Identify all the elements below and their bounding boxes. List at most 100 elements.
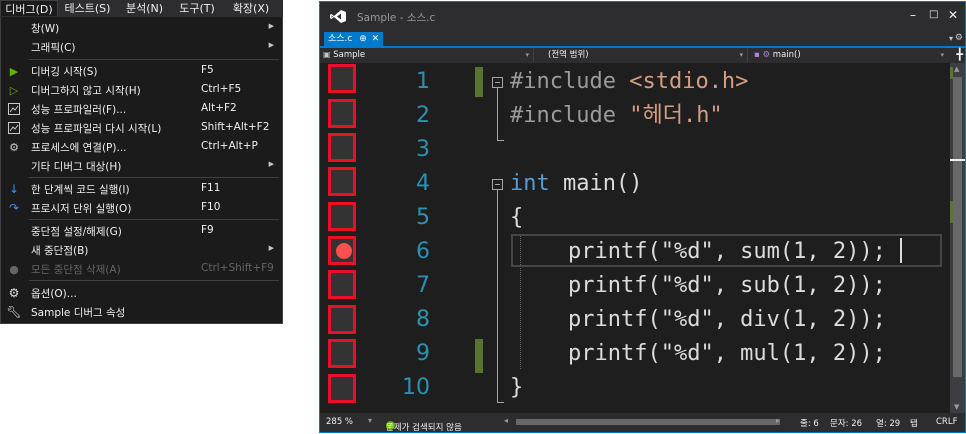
zoom-level[interactable]: 285 % [326, 417, 353, 427]
chevron-down-icon: ▾ [525, 51, 529, 59]
project-dropdown[interactable]: ▣ Sample ▾ [320, 48, 534, 62]
text-caret [900, 238, 902, 263]
menu-tools[interactable]: 도구(T) [172, 0, 222, 16]
horizontal-scrollbar[interactable] [516, 419, 780, 425]
tab-close-icon[interactable]: ✕ [372, 34, 380, 44]
collapse-region-icon[interactable] [492, 179, 503, 190]
glyph-margin-cell[interactable] [328, 133, 356, 162]
line-ending-indicator[interactable]: CRLF [936, 417, 957, 427]
tab-indicator[interactable]: 탭 [910, 417, 918, 429]
menu-item-label: 한 단계씩 코드 실행(I) [31, 184, 130, 196]
glyph-margin-cell[interactable] [328, 339, 356, 368]
glyph-margin-cell[interactable] [328, 99, 356, 128]
code-line: printf("%d", mul(1, 2)); [568, 341, 886, 366]
menu-item-label: 프로시저 단위 실행(O) [31, 203, 132, 215]
attach-process-icon: ⚙ [9, 140, 19, 154]
menu-extensions[interactable]: 확장(X) [222, 0, 280, 16]
preprocessor-directive: #include [510, 69, 616, 94]
debug-menu-dropdown: 창(W) ▶ 그래픽(C) ▶ ▶ 디버깅 시작(S) F5 ▷ 디버그하지 않… [0, 17, 283, 324]
changed-line-marker [475, 67, 483, 97]
chevron-down-icon: ▾ [739, 51, 743, 59]
scope-dropdown[interactable]: (전역 범위) ▾ [534, 48, 748, 62]
project-label: Sample [333, 50, 366, 60]
menu-item-label: 새 중단점(B) [31, 245, 89, 257]
menu-item-start-without-debugging[interactable]: ▷ 디버그하지 않고 시작(H) Ctrl+F5 [1, 80, 282, 100]
breakpoint-icon[interactable] [336, 243, 352, 259]
menu-item-label: 창(W) [31, 23, 60, 35]
step-over-icon: ↷ [8, 201, 20, 215]
chevron-down-icon[interactable]: ▾ [368, 416, 372, 425]
vertical-scrollbar[interactable]: ▲ ▼ [950, 63, 965, 413]
glyph-margin-cell[interactable] [328, 305, 356, 334]
tab-source-file[interactable]: 소스.c ⊕ ✕ [324, 32, 384, 46]
menu-debug[interactable]: 디버그(D) [0, 0, 58, 16]
menu-item-other-debug-targets[interactable]: 기타 디버그 대상(H) ▶ [1, 156, 282, 176]
split-window-icon[interactable]: ╋ [956, 48, 963, 62]
scroll-right-icon[interactable]: ▸ [776, 416, 780, 425]
menu-item-options[interactable]: ⚙ 옵션(O)... [1, 283, 282, 303]
glyph-margin-cell[interactable] [328, 236, 356, 265]
menu-item-label: 기타 디버그 대상(H) [31, 161, 122, 173]
submenu-arrow-icon: ▶ [268, 160, 274, 168]
gear-icon[interactable]: ⚙ [955, 33, 963, 43]
menu-item-label: 성능 프로파일러(F)... [31, 104, 127, 116]
function-dropdown[interactable]: ▪ ⚙ main() ▾ [748, 48, 948, 62]
menu-item-graphics[interactable]: 그래픽(C) ▶ [1, 37, 282, 57]
menu-item-step-over[interactable]: ↷ 프로시저 단위 실행(O) F10 [1, 198, 282, 218]
menu-item-shortcut: F9 [201, 224, 214, 236]
preprocessor-directive: #include [510, 103, 616, 128]
scope-label: (전역 범위) [548, 50, 589, 60]
code-line: printf("%d", sub(1, 2)); [568, 273, 886, 298]
menu-item-relaunch-profiler[interactable]: 성능 프로파일러 다시 시작(L) Shift+Alt+F2 [1, 118, 282, 138]
menu-analyze[interactable]: 분석(N) [117, 0, 172, 16]
menu-separator [29, 280, 279, 281]
menu-item-new-breakpoint[interactable]: 새 중단점(B) ▶ [1, 240, 282, 260]
code-line: int main() [510, 169, 642, 199]
submenu-arrow-icon: ▶ [268, 244, 274, 252]
menu-item-step-into[interactable]: ↓ 한 단계씩 코드 실행(I) F11 [1, 179, 282, 199]
scroll-left-icon[interactable]: ◂ [504, 416, 508, 425]
line-number: 6 [416, 239, 430, 264]
scrollbar-change-marker [950, 201, 953, 223]
gear-icon: ⚙ [8, 286, 20, 300]
menu-item-windows[interactable]: 창(W) ▶ [1, 18, 282, 38]
glyph-margin-cell[interactable] [328, 374, 356, 403]
scroll-down-icon[interactable]: ▼ [954, 403, 959, 411]
glyph-margin-cell[interactable] [328, 167, 356, 196]
menu-bar: 디버그(D) 테스트(S) 분석(N) 도구(T) 확장(X) [0, 0, 283, 17]
code-line: #include "헤더.h" [510, 101, 723, 131]
menu-item-start-debugging[interactable]: ▶ 디버깅 시작(S) F5 [1, 61, 282, 81]
submenu-arrow-icon: ▶ [268, 22, 274, 30]
scrollbar-caret-marker [950, 159, 965, 161]
play-icon: ▶ [9, 64, 19, 78]
maximize-icon[interactable]: □ [929, 9, 938, 20]
menu-item-shortcut: Ctrl+F5 [201, 83, 242, 95]
menu-item-debug-properties[interactable]: 🔧︎ Sample 디버그 속성 [1, 302, 282, 322]
scroll-up-icon[interactable]: ▲ [954, 65, 959, 73]
menu-item-toggle-breakpoint[interactable]: 중단점 설정/해제(G) F9 [1, 221, 282, 241]
scroll-thumb[interactable] [953, 77, 962, 377]
menu-item-label: 그래픽(C) [31, 42, 76, 54]
glyph-margin-cell[interactable] [328, 202, 356, 231]
menu-separator [29, 219, 279, 220]
close-icon[interactable]: ✕ [948, 8, 958, 22]
outline-line [497, 88, 498, 140]
glyph-margin-cell[interactable] [328, 64, 356, 93]
menu-item-shortcut: F5 [201, 64, 214, 76]
menu-item-performance-profiler[interactable]: 성능 프로파일러(F)... Alt+F2 [1, 99, 282, 119]
minimize-icon[interactable]: – [910, 8, 916, 22]
glyph-margin-cell[interactable] [328, 270, 356, 299]
vs-window: Sample - 소스.c – □ ✕ 소스.c ⊕ ✕ ▾ ⚙ ▣ Sampl… [319, 1, 966, 433]
menu-test[interactable]: 테스트(S) [58, 0, 117, 16]
include-header: <stdio.h> [629, 69, 749, 94]
outline-line [497, 190, 498, 402]
tab-list-dropdown-icon[interactable]: ▾ [949, 34, 953, 43]
collapse-region-icon[interactable] [492, 77, 503, 88]
menu-item-shortcut: Ctrl+Shift+F9 [201, 262, 274, 274]
menu-item-shortcut: Shift+Alt+F2 [201, 121, 270, 133]
menu-item-attach-to-process[interactable]: ⚙ 프로세스에 연결(P)... Ctrl+Alt+P [1, 137, 282, 157]
menu-item-label: 옵션(O)... [31, 288, 77, 300]
pin-icon[interactable]: ⊕ [359, 34, 367, 44]
function-signature: main() [549, 171, 643, 196]
code-editor[interactable]: 1 2 3 4 5 6 7 8 9 10 #include <stdio.h> … [320, 63, 950, 413]
